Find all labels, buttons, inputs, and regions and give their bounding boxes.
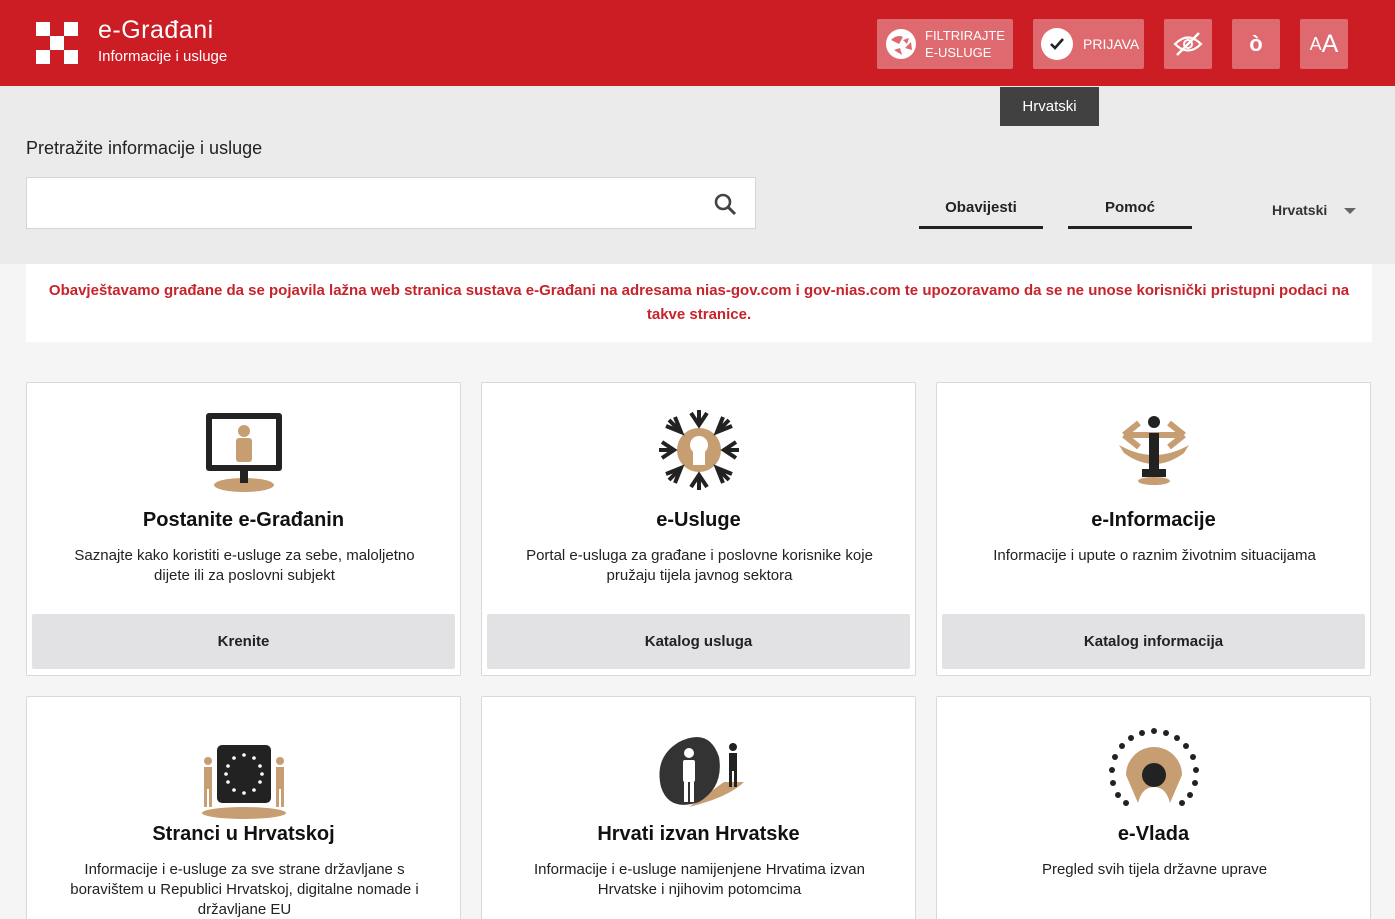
font-size-big-letter: A xyxy=(1321,29,1339,58)
filter-eservices-button[interactable]: FILTRIRAJTE E-USLUGE xyxy=(877,19,1013,69)
help-link[interactable]: Pomoć xyxy=(1068,199,1192,229)
information-icon xyxy=(1118,416,1189,485)
card-foreigners: Stranci u Hrvatskoj Informacije i e-uslu… xyxy=(26,696,461,919)
eu-flag-people-icon xyxy=(201,745,286,819)
font-size-small-letter: A xyxy=(1309,33,1322,54)
dyslexia-font-button[interactable]: ò xyxy=(1232,19,1280,69)
login-button[interactable]: PRIJAVA xyxy=(1033,19,1144,69)
login-label: PRIJAVA xyxy=(1083,36,1140,52)
checkmark-icon xyxy=(1041,28,1073,60)
hide-images-button[interactable] xyxy=(1164,19,1212,69)
services-network-icon xyxy=(658,410,739,490)
search-icon[interactable] xyxy=(713,192,737,216)
card-description: Saznajte kako koristiti e-usluge za sebe… xyxy=(74,547,415,584)
language-tooltip: Hrvatski xyxy=(1000,87,1099,126)
card-description: Pregled svih tijela državne uprave xyxy=(1041,861,1268,878)
card-become-ecitizen: Postanite e-Građanin Saznajte kako koris… xyxy=(26,382,461,676)
filter-label-line2: E-USLUGE xyxy=(925,45,992,60)
diaspora-people-icon xyxy=(658,737,744,807)
services-catalog-button[interactable]: Katalog usluga xyxy=(487,614,910,669)
card-egovernment: e-Vlada Pregled svih tijela državne upra… xyxy=(936,696,1371,919)
font-size-button[interactable]: AA xyxy=(1300,19,1348,69)
start-button[interactable]: Krenite xyxy=(32,614,455,669)
chevron-down-icon[interactable] xyxy=(1344,208,1356,214)
information-catalog-button[interactable]: Katalog informacija xyxy=(942,614,1365,669)
top-header: e-Građani Informacije i usluge FILTRIRAJ… xyxy=(0,0,1395,86)
card-title: e-Vlada xyxy=(1117,823,1190,845)
search-heading: Pretražite informacije i usluge xyxy=(26,138,263,158)
security-notice: Obavještavamo građane da se pojavila laž… xyxy=(26,264,1372,342)
card-description: Informacije i e-usluge za sve strane drž… xyxy=(70,861,419,918)
dyslexic-font-icon: ò xyxy=(1249,31,1263,56)
search-section xyxy=(0,86,1395,264)
notifications-link[interactable]: Obavijesti xyxy=(919,199,1043,229)
government-table-icon xyxy=(1108,728,1199,806)
search-box[interactable] xyxy=(26,177,756,229)
card-title: Stranci u Hrvatskoj xyxy=(152,823,335,845)
card-title: e-Informacije xyxy=(1091,509,1216,531)
site-title[interactable]: e-Građani xyxy=(98,16,214,45)
card-title: e-Usluge xyxy=(656,509,741,531)
search-input[interactable] xyxy=(27,178,687,228)
card-einformation: e-Informacije Informacije i upute o razn… xyxy=(936,382,1371,676)
computer-citizen-icon xyxy=(205,413,282,492)
croatian-checkerboard-logo[interactable] xyxy=(36,22,78,64)
card-description: Informacije i e-usluge namijenjene Hrvat… xyxy=(534,861,865,898)
site-subtitle: Informacije i usluge xyxy=(98,48,228,65)
card-description: Informacije i upute o raznim životnim si… xyxy=(993,547,1316,564)
card-title: Hrvati izvan Hrvatske xyxy=(597,823,800,845)
globe-filter-icon xyxy=(886,29,916,59)
card-description: Portal e-usluga za građane i poslovne ko… xyxy=(526,547,873,584)
card-title: Postanite e-Građanin xyxy=(142,509,345,531)
eye-slash-icon xyxy=(1173,32,1203,56)
card-croats-abroad: Hrvati izvan Hrvatske Informacije i e-us… xyxy=(481,696,916,919)
card-eservices: e-Usluge Portal e-usluga za građane i po… xyxy=(481,382,916,676)
filter-label-line1: FILTRIRAJTE xyxy=(925,28,1005,43)
language-select[interactable]: Hrvatski xyxy=(1272,202,1327,218)
